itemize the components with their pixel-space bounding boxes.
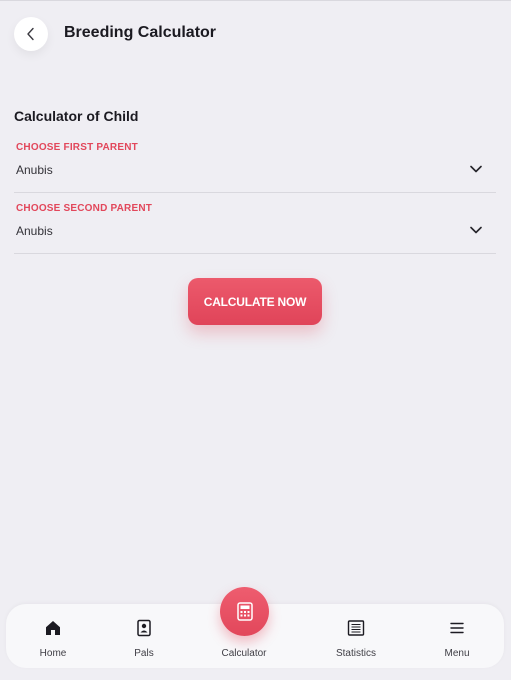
second-parent-label: CHOOSE SECOND PARENT — [16, 203, 153, 214]
menu-icon — [450, 622, 464, 634]
section-title: Calculator of Child — [14, 108, 139, 124]
nav-label-statistics: Statistics — [335, 648, 376, 659]
second-parent-value: Anubis — [16, 224, 53, 238]
nav-label-calculator: Calculator — [221, 648, 267, 659]
statistics-icon — [347, 620, 365, 636]
chevron-down-icon — [470, 165, 482, 173]
calculator-icon — [236, 602, 253, 621]
top-divider — [0, 0, 511, 1]
chevron-down-icon — [470, 226, 482, 234]
calculator-fab[interactable] — [220, 587, 269, 636]
nav-item-statistics[interactable]: Statistics — [321, 604, 391, 668]
nav-label-pals: Pals — [134, 648, 154, 659]
nav-label-menu: Menu — [444, 648, 470, 659]
chevron-left-icon — [27, 27, 34, 41]
back-button[interactable] — [14, 17, 48, 51]
home-icon — [46, 621, 60, 635]
first-parent-select[interactable]: CHOOSE FIRST PARENT Anubis — [14, 142, 496, 193]
nav-label-home: Home — [39, 648, 67, 659]
nav-item-menu[interactable]: Menu — [422, 604, 492, 668]
nav-item-pals[interactable]: Pals — [109, 604, 179, 668]
second-parent-select[interactable]: CHOOSE SECOND PARENT Anubis — [14, 203, 496, 254]
first-parent-value: Anubis — [16, 163, 53, 177]
nav-item-home[interactable]: Home — [18, 604, 88, 668]
pals-card-icon — [137, 619, 151, 637]
first-parent-label: CHOOSE FIRST PARENT — [16, 142, 138, 153]
calculate-now-button[interactable]: CALCULATE NOW — [188, 278, 322, 325]
page-title: Breeding Calculator — [64, 24, 217, 41]
